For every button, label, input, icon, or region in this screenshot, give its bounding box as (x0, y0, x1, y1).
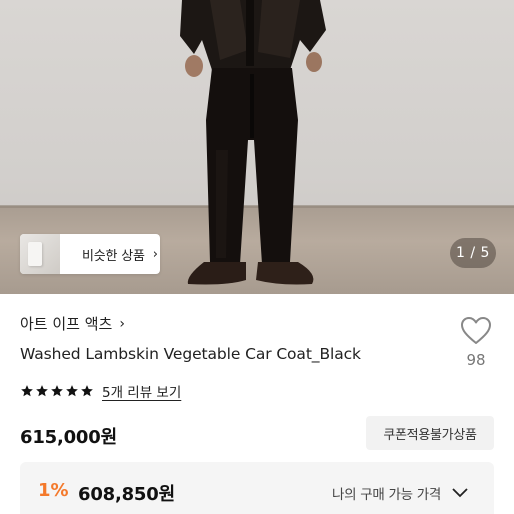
star-icon (81, 385, 93, 397)
star-icon (21, 385, 33, 397)
heart-icon (461, 317, 491, 344)
product-price: 615,000원 (20, 427, 117, 448)
product-title: Washed Lambskin Vegetable Car Coat_Black (20, 345, 361, 363)
review-link[interactable]: 5개 리뷰 보기 (102, 381, 181, 401)
similar-products-button[interactable]: 비슷한 상품 › (20, 234, 160, 274)
my-price-label: 나의 구매 가능 가격 (332, 487, 441, 503)
rating-row: 5개 리뷰 보기 (20, 381, 181, 401)
chevron-right-icon: › (119, 315, 125, 332)
my-price-toggle[interactable]: 나의 구매 가능 가격 (332, 483, 469, 503)
star-icon (66, 385, 78, 397)
image-counter: 1 / 5 (450, 238, 496, 268)
my-price-box[interactable]: 1% 608,850원 나의 구매 가능 가격 (20, 462, 494, 514)
chevron-right-icon: › (152, 246, 158, 262)
like-count: 98 (466, 351, 486, 369)
coupon-unavailable-button[interactable]: 쿠폰적용불가상품 (366, 416, 494, 450)
similar-thumbnail (20, 234, 60, 274)
model-figure (180, 0, 326, 285)
star-icon (36, 385, 48, 397)
discount-rate: 1% (38, 480, 69, 501)
product-image[interactable]: 비슷한 상품 › 1 / 5 (0, 0, 514, 294)
star-rating (20, 384, 94, 398)
chevron-down-icon (452, 488, 468, 498)
brand-name: 아트 이프 액츠 (20, 315, 113, 333)
similar-products-label: 비슷한 상품 (82, 248, 145, 264)
brand-link[interactable]: 아트 이프 액츠 › (20, 313, 125, 334)
my-price: 608,850원 (78, 484, 175, 505)
like-button[interactable]: 98 (459, 316, 493, 369)
star-icon (51, 385, 63, 397)
